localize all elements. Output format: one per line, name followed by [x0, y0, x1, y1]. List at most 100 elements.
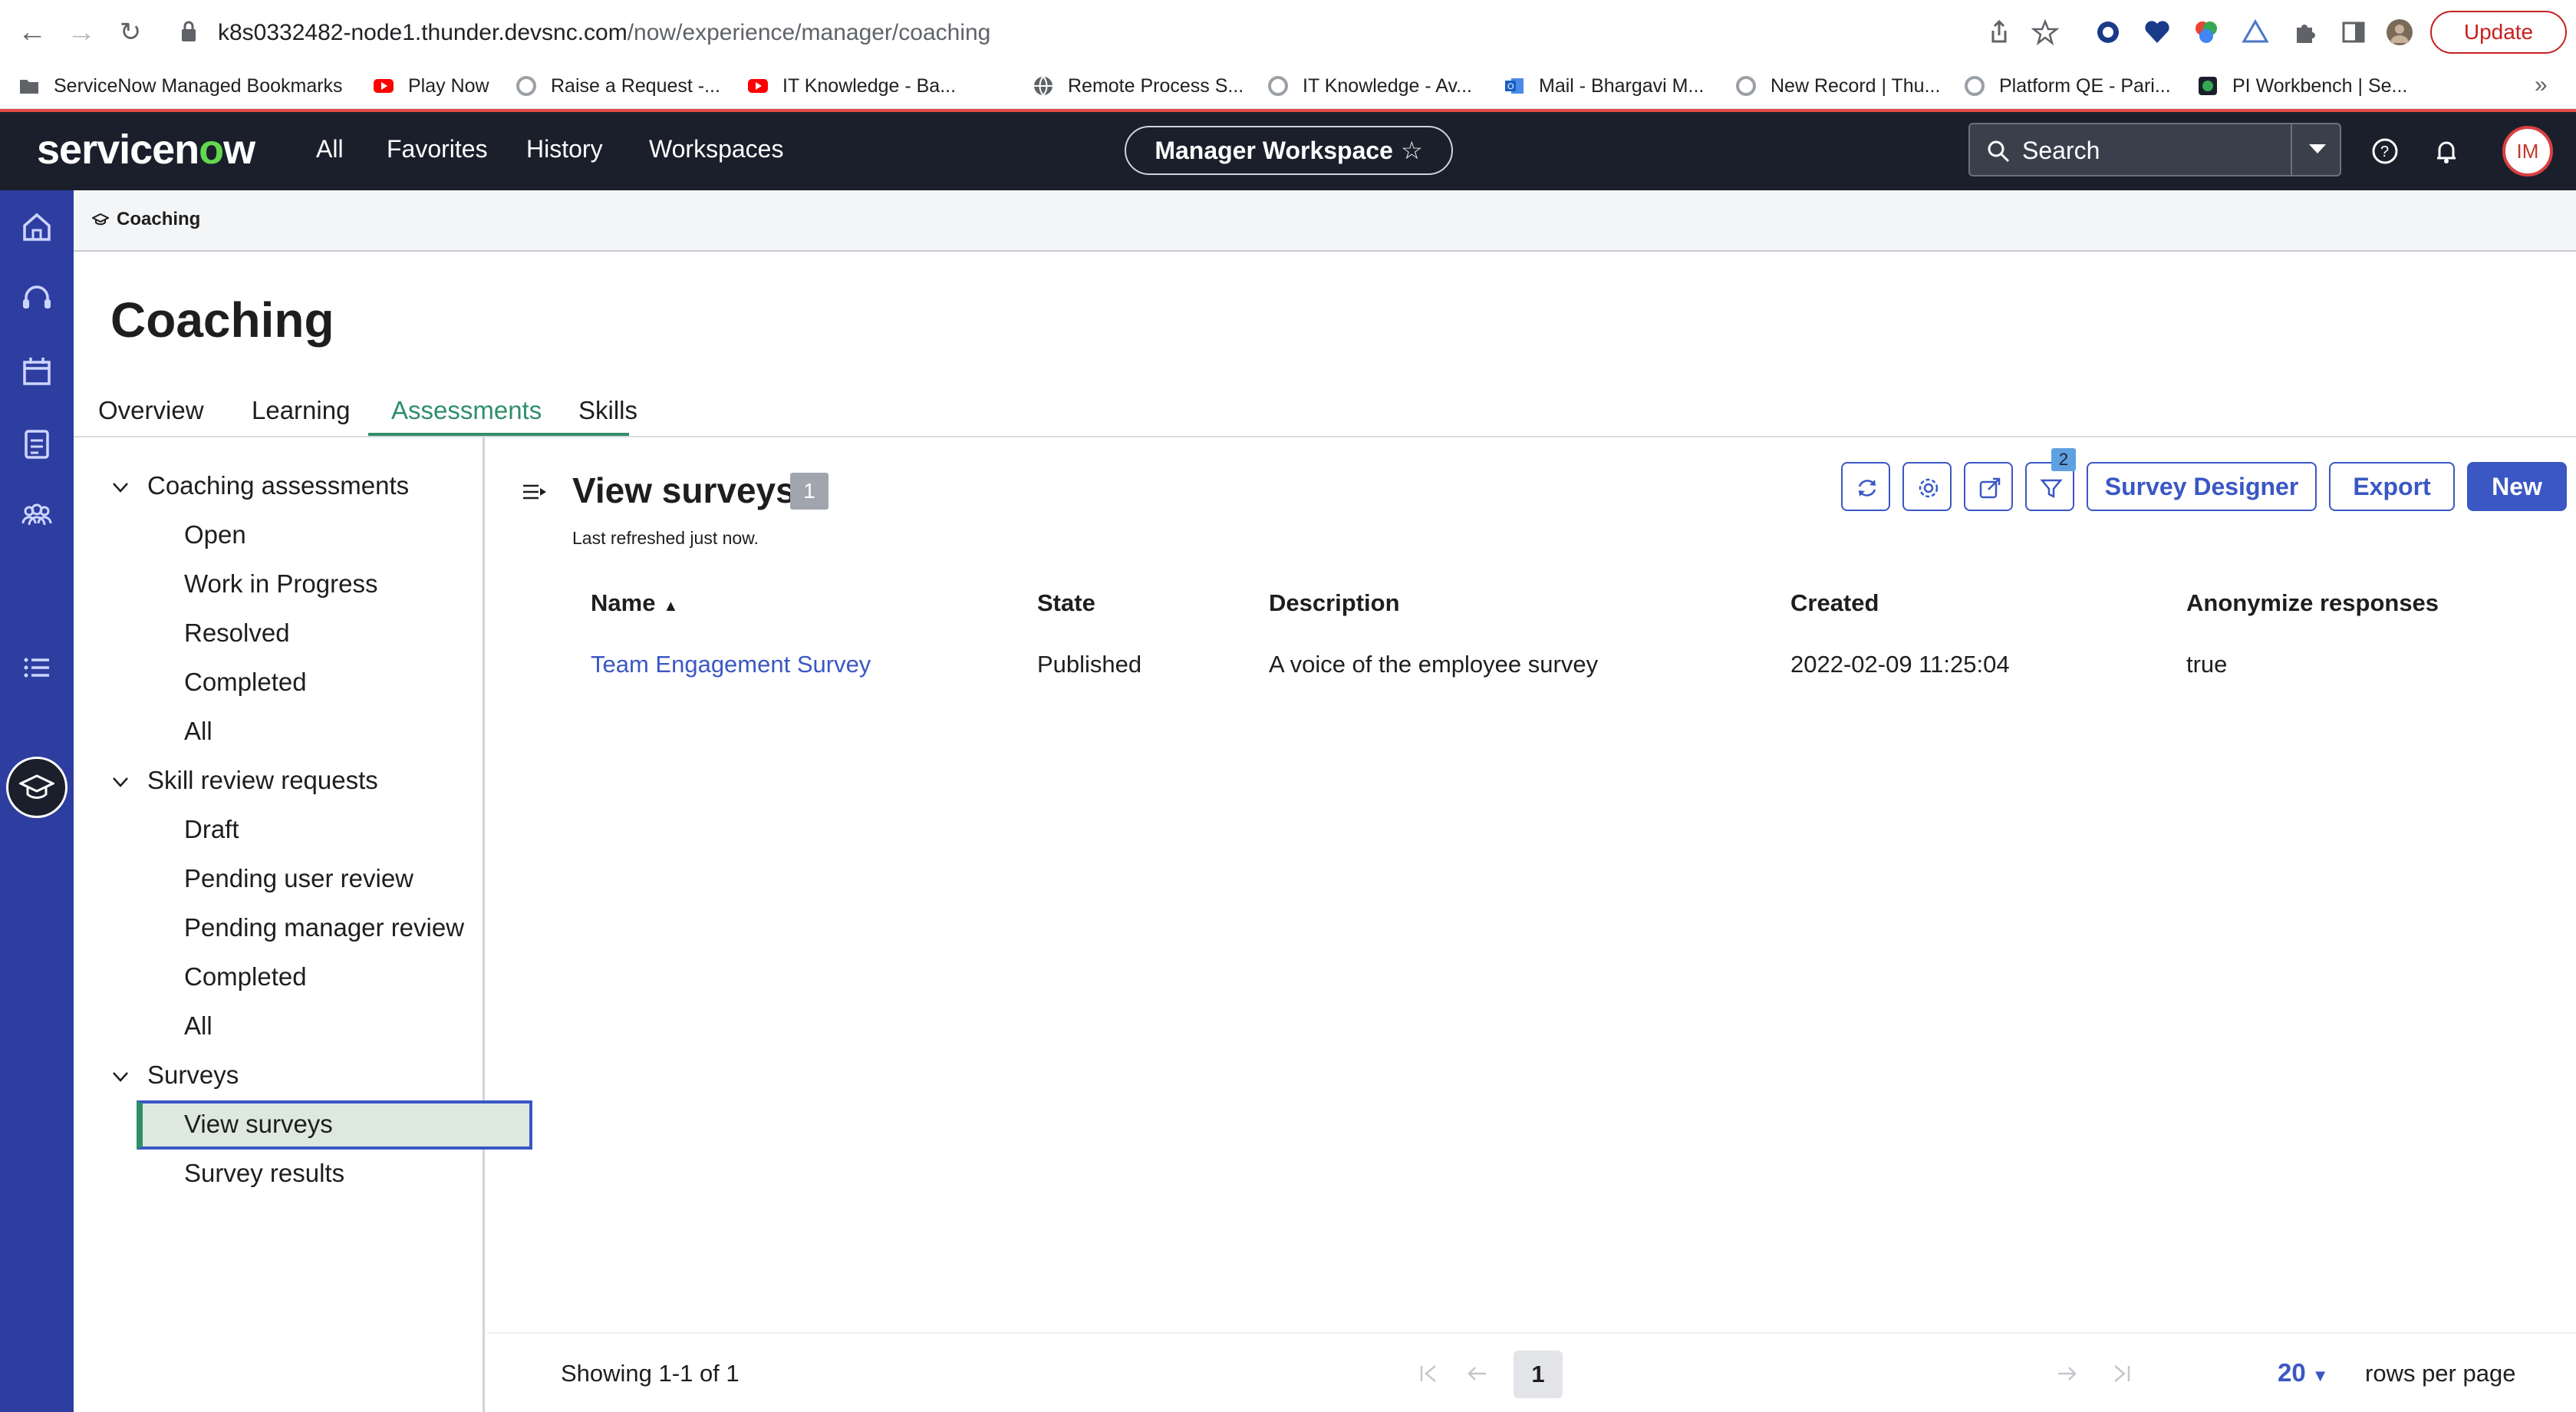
bookmark-item[interactable]: O Mail - Bhargavi M...: [1504, 69, 1704, 103]
extensions-puzzle-icon[interactable]: [2291, 18, 2318, 46]
profile-avatar-icon[interactable]: [2386, 18, 2413, 46]
tree-item-open[interactable]: Open: [184, 520, 246, 549]
tree-group-surveys[interactable]: Surveys: [147, 1061, 239, 1090]
column-header-state[interactable]: State: [1037, 589, 1095, 617]
servicenow-logo[interactable]: servicenow: [37, 126, 255, 173]
bookmark-item[interactable]: New Record | Thu...: [1735, 69, 1940, 103]
tree-item-pending-user-review[interactable]: Pending user review: [184, 864, 413, 893]
team-icon[interactable]: [18, 497, 55, 534]
nav-favorites[interactable]: Favorites: [387, 135, 488, 163]
export-button[interactable]: Export: [2329, 462, 2455, 511]
tab-assessments[interactable]: Assessments: [391, 396, 542, 436]
rail-item-coaching[interactable]: [6, 757, 68, 818]
youtube-icon: [748, 79, 768, 93]
search-scope-dropdown[interactable]: [2291, 123, 2341, 176]
address-bar[interactable]: k8s0332482-node1.thunder.devsnc.com/now/…: [169, 8, 2117, 57]
servicenow-icon: [1268, 76, 1288, 96]
share-icon[interactable]: [1985, 18, 2013, 46]
notifications-bell-icon[interactable]: [2432, 137, 2461, 166]
headset-icon[interactable]: [18, 281, 55, 318]
lock-icon: [182, 21, 196, 41]
tab-learning[interactable]: Learning: [252, 396, 350, 436]
first-page-icon[interactable]: [1415, 1360, 1443, 1387]
user-avatar[interactable]: IM: [2502, 126, 2553, 176]
help-icon[interactable]: ?: [2370, 137, 2400, 166]
bookmark-item[interactable]: IT Knowledge - Ba...: [747, 69, 956, 103]
rows-per-page-select[interactable]: 20 ▼: [2278, 1358, 2329, 1387]
graduation-cap-icon: [92, 213, 109, 226]
pi-icon: [2199, 77, 2217, 95]
search-icon: [1988, 140, 2010, 163]
extension-heart-icon[interactable]: [2143, 18, 2171, 46]
nav-workspaces[interactable]: Workspaces: [649, 135, 783, 163]
active-tab-indicator: [368, 433, 629, 436]
bookmark-item[interactable]: Play Now: [373, 69, 489, 103]
chevron-down-icon[interactable]: [109, 770, 132, 793]
url-text: k8s0332482-node1.thunder.devsnc.com/now/…: [218, 20, 991, 45]
settings-button[interactable]: [1902, 462, 1952, 511]
tree-group-coaching-assessments[interactable]: Coaching assessments: [147, 471, 409, 500]
tree-group-skill-review-requests[interactable]: Skill review requests: [147, 766, 378, 795]
clipboard-icon[interactable]: [18, 425, 55, 462]
chevron-down-icon[interactable]: [109, 1065, 132, 1088]
bookmark-item[interactable]: Remote Process S...: [1033, 69, 1244, 103]
tree-item-view-surveys[interactable]: View surveys: [184, 1110, 333, 1139]
refresh-button[interactable]: [1841, 462, 1890, 511]
list-icon[interactable]: [18, 649, 55, 686]
collapse-nav-icon[interactable]: [522, 482, 548, 502]
workspace-pill[interactable]: Manager Workspace ☆: [1125, 126, 1453, 175]
star-icon[interactable]: ☆: [1401, 137, 1423, 164]
bookmark-star-icon[interactable]: [2031, 18, 2059, 46]
bookmark-item[interactable]: PI Workbench | Se...: [2197, 69, 2407, 103]
bookmarks-overflow-icon[interactable]: »: [2535, 72, 2548, 98]
tree-item-pending-manager-review[interactable]: Pending manager review: [184, 913, 464, 942]
column-header-anonymize[interactable]: Anonymize responses: [2186, 589, 2439, 617]
svg-text:?: ?: [2380, 144, 2389, 160]
tree-item-draft[interactable]: Draft: [184, 815, 239, 844]
showing-range-text: Showing 1-1 of 1: [561, 1360, 740, 1387]
column-header-created[interactable]: Created: [1790, 589, 1879, 617]
update-button[interactable]: Update: [2430, 11, 2567, 54]
next-page-icon[interactable]: [2054, 1360, 2081, 1387]
new-button[interactable]: New: [2467, 462, 2567, 511]
tree-item-survey-results[interactable]: Survey results: [184, 1159, 344, 1188]
survey-designer-button[interactable]: Survey Designer: [2087, 462, 2317, 511]
previous-page-icon[interactable]: [1463, 1360, 1491, 1387]
tree-item-completed[interactable]: Completed: [184, 668, 307, 697]
breadcrumb-bar: Coaching: [74, 190, 2576, 252]
open-in-new-button[interactable]: [1964, 462, 2013, 511]
extension-color-icon[interactable]: [2192, 18, 2220, 46]
tree-item-completed[interactable]: Completed: [184, 962, 307, 991]
sort-ascending-icon: ▲: [663, 598, 679, 615]
tree-item-work-in-progress[interactable]: Work in Progress: [184, 569, 377, 599]
bookmark-item[interactable]: ServiceNow Managed Bookmarks: [18, 69, 343, 103]
survey-name-link[interactable]: Team Engagement Survey: [591, 651, 871, 678]
reload-icon[interactable]: ↻: [114, 15, 147, 49]
extension-drive-icon[interactable]: [2242, 18, 2269, 46]
tab-overview[interactable]: Overview: [98, 396, 204, 436]
extension-ring-icon[interactable]: [2094, 18, 2122, 46]
calendar-icon[interactable]: [18, 353, 55, 390]
forward-icon[interactable]: →: [64, 15, 98, 49]
back-icon[interactable]: ←: [15, 15, 49, 49]
column-header-name[interactable]: Name ▲: [591, 589, 678, 617]
chevron-down-icon[interactable]: [109, 476, 132, 499]
global-search-input[interactable]: Search: [1968, 123, 2341, 176]
app-rail: [0, 190, 74, 1412]
tree-item-all[interactable]: All: [184, 1011, 212, 1041]
bookmark-item[interactable]: Raise a Request -...: [516, 69, 720, 103]
breadcrumb[interactable]: Coaching: [92, 209, 200, 230]
bookmark-item[interactable]: IT Knowledge - Av...: [1267, 69, 1472, 103]
nav-all[interactable]: All: [316, 135, 344, 163]
tree-item-resolved[interactable]: Resolved: [184, 619, 290, 648]
tab-skills[interactable]: Skills: [578, 396, 637, 436]
home-icon[interactable]: [18, 209, 55, 246]
nav-history[interactable]: History: [526, 135, 603, 163]
side-panel-icon[interactable]: [2340, 18, 2367, 46]
bookmark-item[interactable]: Platform QE - Pari...: [1964, 69, 2171, 103]
tree-item-all[interactable]: All: [184, 717, 212, 746]
current-page-button[interactable]: 1: [1514, 1351, 1563, 1398]
column-header-description[interactable]: Description: [1269, 589, 1400, 617]
svg-text:O: O: [1507, 82, 1514, 91]
last-page-icon[interactable]: [2107, 1360, 2135, 1387]
